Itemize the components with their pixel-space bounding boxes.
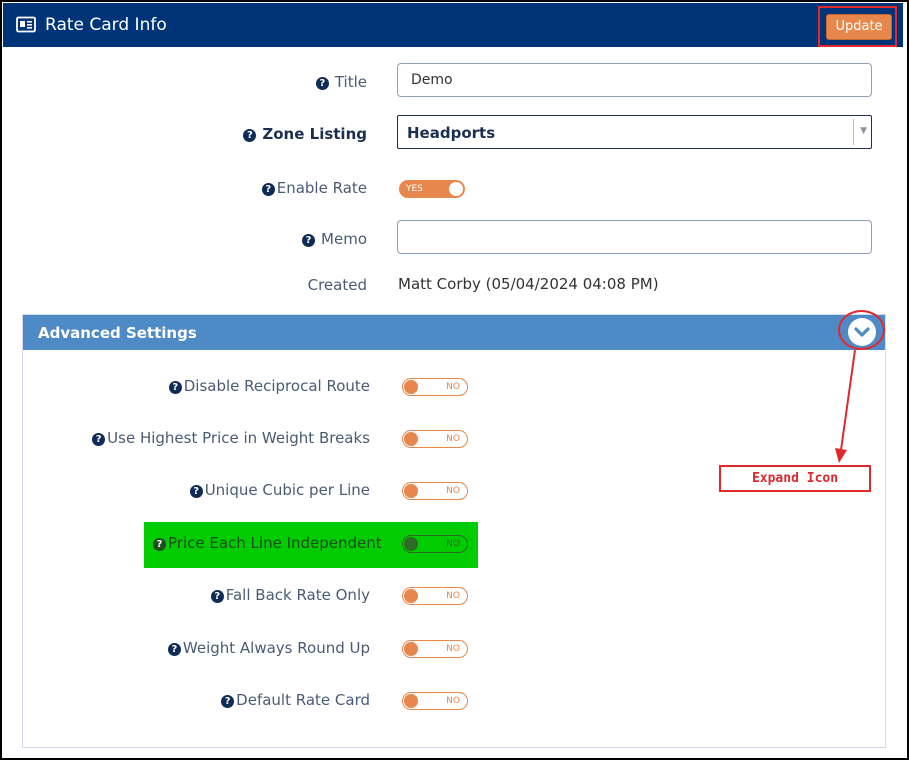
help-icon[interactable]: ? bbox=[168, 381, 182, 394]
toggle-knob bbox=[404, 642, 418, 656]
setting-label: ? Fall Back Rate Only bbox=[210, 586, 370, 604]
help-icon[interactable]: ? bbox=[315, 77, 329, 90]
toggle-knob bbox=[404, 432, 418, 446]
page-title: Rate Card Info bbox=[45, 15, 167, 35]
toggle-knob bbox=[404, 537, 418, 551]
expand-icon-callout: Expand Icon bbox=[719, 465, 871, 492]
toggle-state: NO bbox=[446, 486, 460, 496]
toggle-state: YES bbox=[406, 184, 423, 194]
toggle-knob bbox=[404, 694, 418, 708]
help-icon[interactable]: ? bbox=[243, 129, 257, 142]
advanced-settings-header[interactable]: Advanced Settings bbox=[23, 315, 885, 350]
created-value: Matt Corby (05/04/2024 04:08 PM) bbox=[398, 275, 659, 293]
toggle-state: NO bbox=[446, 382, 460, 392]
help-icon[interactable]: ? bbox=[153, 538, 166, 551]
enable-rate-toggle[interactable]: YES bbox=[399, 180, 465, 198]
dropdown-arrow-icon[interactable]: ▼ bbox=[860, 126, 867, 136]
zone-listing-select[interactable]: Headports ▼ bbox=[397, 115, 872, 149]
help-icon[interactable]: ? bbox=[189, 485, 203, 498]
setting-toggle[interactable]: NO bbox=[402, 535, 468, 553]
toggle-knob bbox=[449, 182, 463, 196]
help-icon[interactable]: ? bbox=[210, 590, 224, 603]
setting-label: ? Use Highest Price in Weight Breaks bbox=[92, 429, 370, 447]
setting-toggle[interactable]: NO bbox=[402, 430, 468, 448]
title-input[interactable]: Demo bbox=[397, 63, 872, 97]
setting-label: ? Price Each Line Independent bbox=[153, 534, 382, 552]
setting-toggle[interactable]: NO bbox=[402, 692, 468, 710]
expand-icon-highlight-ring bbox=[838, 310, 885, 350]
memo-input[interactable] bbox=[397, 220, 872, 254]
enable-rate-label: ? Enable Rate bbox=[261, 179, 367, 197]
toggle-state: NO bbox=[446, 434, 460, 444]
setting-toggle[interactable]: NO bbox=[402, 482, 468, 500]
toggle-state: NO bbox=[446, 644, 460, 654]
setting-label: ? Unique Cubic per Line bbox=[189, 481, 370, 499]
help-icon[interactable]: ? bbox=[261, 183, 275, 196]
page-header: Rate Card Info bbox=[3, 3, 903, 47]
toggle-state: NO bbox=[446, 696, 460, 706]
toggle-knob bbox=[404, 589, 418, 603]
advanced-settings-title: Advanced Settings bbox=[38, 324, 197, 342]
help-icon[interactable]: ? bbox=[221, 695, 235, 708]
id-card-icon bbox=[16, 16, 36, 33]
setting-toggle[interactable]: NO bbox=[402, 378, 468, 396]
setting-toggle[interactable]: NO bbox=[402, 640, 468, 658]
memo-label: ? Memo bbox=[302, 230, 367, 248]
setting-label: ? Weight Always Round Up bbox=[167, 639, 370, 657]
help-icon[interactable]: ? bbox=[167, 643, 181, 656]
update-button[interactable]: Update bbox=[826, 14, 892, 40]
help-icon[interactable]: ? bbox=[302, 234, 316, 247]
toggle-state: NO bbox=[446, 591, 460, 601]
select-divider bbox=[853, 119, 854, 145]
zone-listing-value: Headports bbox=[407, 124, 496, 142]
toggle-knob bbox=[404, 380, 418, 394]
setting-toggle[interactable]: NO bbox=[402, 587, 468, 605]
created-label: Created bbox=[307, 276, 367, 294]
toggle-knob bbox=[404, 484, 418, 498]
title-label: ? Title bbox=[315, 73, 367, 91]
zone-listing-label: ? Zone Listing bbox=[243, 125, 367, 143]
setting-label: ? Disable Reciprocal Route bbox=[168, 377, 370, 395]
toggle-state: NO bbox=[446, 539, 460, 549]
help-icon[interactable]: ? bbox=[92, 433, 106, 446]
setting-label: ? Default Rate Card bbox=[221, 691, 370, 709]
